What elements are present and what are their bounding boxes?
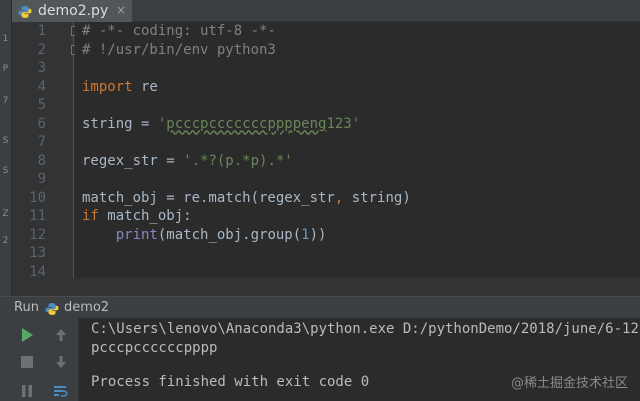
code-text: regex_str = [82, 152, 184, 169]
scroll-up-button[interactable] [50, 324, 72, 346]
string-value: pcccpcccccccppppeng [166, 115, 327, 132]
strip-label-1[interactable]: 1 [1, 30, 10, 48]
number-literal: 1 [301, 226, 310, 243]
line-number: 6 [37, 115, 46, 132]
rerun-button[interactable] [16, 324, 38, 346]
comment-text: # -*- coding: utf-8 -*- [82, 23, 276, 39]
code-text: )) [309, 226, 327, 243]
left-tool-strip: 1 P 7 S S Z 2 [0, 0, 12, 296]
watermark: @稀土掘金技术社区 [510, 376, 628, 391]
code-line-11: if match_obj: [82, 207, 192, 226]
strip-label-5[interactable]: S [1, 162, 10, 180]
line-number: 10 [29, 189, 46, 206]
arrow-down-icon [56, 356, 66, 368]
code-editor[interactable]: # -*- coding: utf-8 -*- # !/usr/bin/env … [75, 22, 640, 278]
string-digits: 123 [326, 115, 352, 132]
python-run-config-icon [45, 301, 59, 315]
code-line-1: # -*- coding: utf-8 -*- [82, 22, 276, 41]
python-file-icon [18, 4, 32, 18]
strip-label-6[interactable]: Z [1, 205, 10, 223]
line-number: 7 [37, 134, 46, 150]
code-text: string) [343, 189, 411, 206]
strip-label-7[interactable]: 2 [1, 232, 10, 250]
code-text: match_obj: [98, 208, 192, 224]
pause-button[interactable] [16, 380, 38, 401]
string-quote: ' [351, 115, 361, 132]
line-number-gutter: 1 2 3 4 5 6 7 8 9 10 11 12 13 14 [12, 22, 81, 280]
soft-wrap-icon [54, 386, 68, 397]
run-tool-header: Run demo2 [0, 296, 640, 318]
line-number: 12 [29, 226, 46, 243]
line-number: 4 [37, 78, 46, 95]
close-icon[interactable]: × [116, 3, 126, 17]
keyword-import: import [82, 78, 133, 95]
editor-bottom-strip [12, 278, 640, 296]
strip-label-3[interactable]: 7 [1, 92, 10, 110]
line-number: 3 [37, 60, 46, 76]
line-number: 13 [29, 245, 46, 261]
console-line-output: pcccpccccccpppp [91, 340, 218, 356]
tab-label: demo2.py [38, 3, 109, 19]
code-line-10: match_obj = re.match(regex_str, string) [82, 189, 411, 208]
editor-tab-bar: demo2.py × [12, 0, 640, 22]
code-line-12: print(match_obj.group(1)) [82, 226, 327, 245]
code-text: (match_obj.group( [157, 226, 302, 243]
line-number: 1 [37, 23, 46, 39]
stop-button[interactable] [16, 351, 38, 373]
stop-icon [21, 356, 33, 368]
code-line-2: # !/usr/bin/env python3 [82, 41, 276, 60]
strip-label-2[interactable]: P [1, 60, 10, 78]
run-config-name[interactable]: demo2 [64, 300, 109, 315]
line-number: 2 [37, 41, 46, 58]
line-number: 11 [29, 208, 46, 224]
code-line-6: string = 'pcccpcccccccppppeng123' [82, 115, 360, 134]
line-number: 5 [37, 97, 46, 113]
run-tab-label[interactable]: Run [14, 300, 39, 315]
line-number: 8 [37, 152, 46, 169]
console-line-exit: Process finished with exit code 0 [91, 374, 370, 390]
code-line-4: import re [82, 78, 158, 97]
play-icon [22, 328, 33, 342]
code-line-8: regex_str = '.*?(p.*p).*' [82, 152, 293, 171]
code-text: re [132, 78, 158, 95]
code-text: string = [82, 115, 158, 132]
strip-label-4[interactable]: S [1, 132, 10, 150]
scroll-down-button[interactable] [50, 351, 72, 373]
comment-text: # !/usr/bin/env python3 [82, 41, 276, 58]
builtin-print: print [115, 226, 158, 243]
pause-icon [22, 385, 32, 397]
tab-demo2-py[interactable]: demo2.py × [12, 0, 132, 22]
run-toolbar [0, 318, 78, 401]
regex-string: '.*?(p.*p).*' [183, 152, 293, 169]
run-console[interactable]: C:\Users\lenovo\Anaconda3\python.exe D:/… [78, 318, 640, 401]
keyword-if: if [82, 208, 99, 224]
arrow-up-icon [56, 329, 66, 341]
soft-wrap-button[interactable] [50, 380, 72, 401]
line-number: 9 [37, 171, 46, 187]
code-text: match_obj = re.match(regex_str [82, 189, 335, 206]
